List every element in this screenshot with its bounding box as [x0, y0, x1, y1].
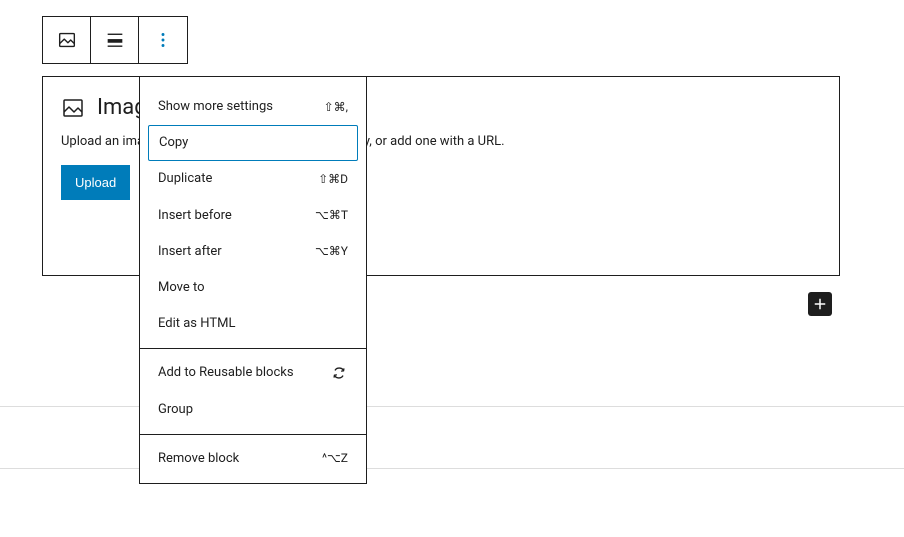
- reusable-icon: [330, 364, 348, 382]
- more-options-button[interactable]: [139, 17, 187, 63]
- menu-label: Duplicate: [158, 170, 212, 188]
- menu-label: Copy: [159, 134, 188, 152]
- menu-add-reusable[interactable]: Add to Reusable blocks: [140, 355, 366, 391]
- menu-label: Remove block: [158, 450, 239, 468]
- menu-shortcut: ⌥⌘Y: [315, 243, 348, 260]
- menu-shortcut: ^⌥Z: [322, 450, 348, 467]
- add-block-button[interactable]: [808, 292, 832, 316]
- align-icon: [104, 29, 126, 51]
- menu-label: Add to Reusable blocks: [158, 364, 294, 382]
- menu-label: Group: [158, 401, 193, 419]
- menu-shortcut: ⌥⌘T: [315, 207, 348, 224]
- menu-shortcut: ⇧⌘,: [324, 99, 348, 116]
- block-options-menu: Show more settings ⇧⌘, Copy Duplicate ⇧⌘…: [139, 76, 367, 484]
- menu-label: Show more settings: [158, 98, 273, 116]
- menu-divider: [140, 348, 366, 349]
- block-toolbar: [42, 16, 188, 64]
- menu-insert-before[interactable]: Insert before ⌥⌘T: [140, 198, 366, 234]
- menu-divider: [140, 434, 366, 435]
- menu-show-more-settings[interactable]: Show more settings ⇧⌘,: [140, 89, 366, 125]
- menu-label: Move to: [158, 279, 205, 297]
- menu-duplicate[interactable]: Duplicate ⇧⌘D: [140, 161, 366, 197]
- menu-edit-html[interactable]: Edit as HTML: [140, 306, 366, 342]
- align-button[interactable]: [91, 17, 139, 63]
- image-icon: [56, 29, 78, 51]
- menu-shortcut: ⇧⌘D: [318, 171, 348, 188]
- block-type-button[interactable]: [43, 17, 91, 63]
- separator-line: [0, 406, 904, 407]
- more-vertical-icon: [152, 29, 174, 51]
- menu-insert-after[interactable]: Insert after ⌥⌘Y: [140, 234, 366, 270]
- menu-group[interactable]: Group: [140, 392, 366, 428]
- image-icon: [61, 96, 85, 120]
- menu-move-to[interactable]: Move to: [140, 270, 366, 306]
- menu-label: Insert after: [158, 243, 222, 261]
- menu-remove-block[interactable]: Remove block ^⌥Z: [140, 441, 366, 477]
- menu-copy[interactable]: Copy: [148, 125, 358, 161]
- separator-line: [0, 468, 904, 469]
- plus-icon: [811, 295, 829, 313]
- upload-button[interactable]: Upload: [61, 165, 130, 200]
- menu-label: Insert before: [158, 207, 232, 225]
- menu-label: Edit as HTML: [158, 315, 235, 333]
